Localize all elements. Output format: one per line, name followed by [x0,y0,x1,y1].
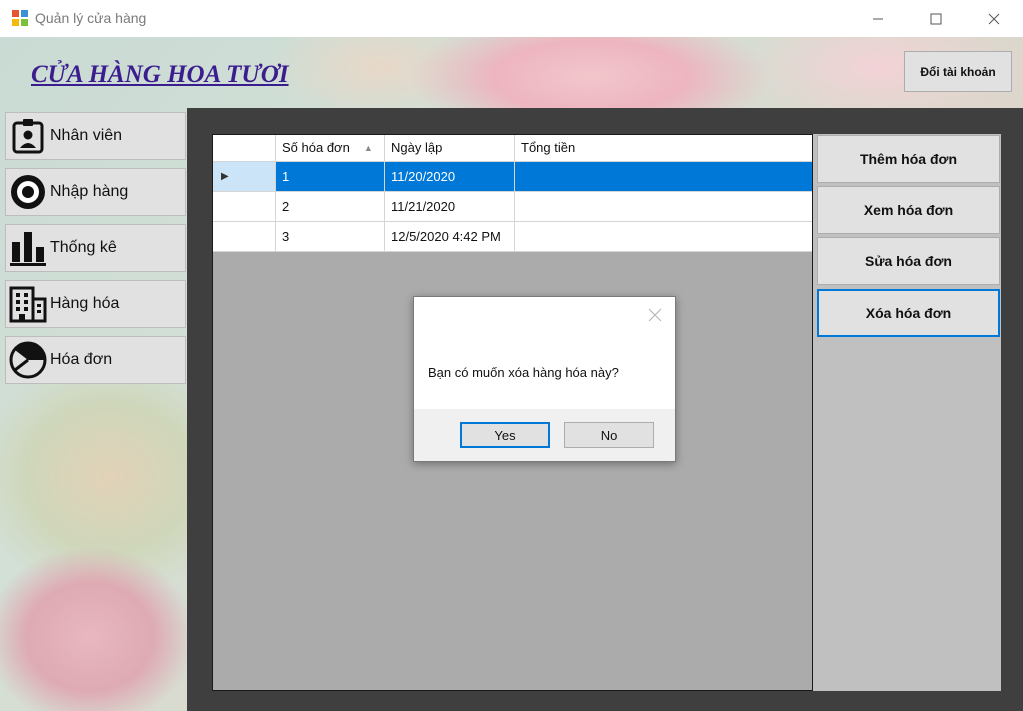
import-circle-icon [6,170,50,214]
no-button[interactable]: No [564,422,654,448]
cell-invoice-no[interactable]: 2 [276,192,385,221]
column-header-label: Số hóa đơn [282,140,350,155]
sidebar-item-label: Hóa đơn [50,351,113,368]
column-header-total[interactable]: Tổng tiền [515,135,812,161]
dialog-close-icon[interactable] [647,307,663,323]
cell-date[interactable]: 11/20/2020 [385,162,515,191]
shop-title: CỬA HÀNG HOA TƯƠI [31,61,289,88]
maximize-button[interactable] [913,0,959,37]
column-header-invoice-no[interactable]: Số hóa đơn ▲ [276,135,385,161]
add-invoice-button[interactable]: Thêm hóa đơn [817,135,1000,183]
dialog-footer: Yes No [414,409,675,461]
cell-total[interactable] [515,192,812,221]
row-header-cell[interactable]: ▶ [213,162,276,191]
sidebar-item-label: Nhập hàng [50,183,129,200]
cell-date[interactable]: 12/5/2020 4:42 PM [385,222,515,251]
sidebar-item-products[interactable]: Hàng hóa [5,280,186,328]
table-row[interactable]: 2 11/21/2020 [213,192,812,222]
table-row[interactable]: ▶ 1 11/20/2020 [213,162,812,192]
delete-invoice-button[interactable]: Xóa hóa đơn [817,289,1000,337]
buildings-icon [6,282,50,326]
cell-date[interactable]: 11/21/2020 [385,192,515,221]
sort-ascending-icon: ▲ [363,143,373,153]
dialog-message: Bạn có muốn xóa hàng hóa này? [428,365,619,380]
row-header-cell[interactable] [213,192,276,221]
sidebar-item-statistics[interactable]: Thống kê [5,224,186,272]
edit-invoice-button[interactable]: Sửa hóa đơn [817,237,1000,285]
cell-invoice-no[interactable]: 1 [276,162,385,191]
current-row-pointer-icon: ▶ [221,171,229,182]
switch-account-button[interactable]: Đổi tài khoản [904,51,1012,92]
row-header-column [213,135,276,161]
app-icon [12,10,28,26]
close-icon [988,13,1000,24]
bar-chart-icon [6,226,50,270]
window-title: Quản lý cửa hàng [35,10,147,26]
column-header-date[interactable]: Ngày lập [385,135,515,161]
cell-total[interactable] [515,222,812,251]
sidebar-item-import[interactable]: Nhập hàng [5,168,186,216]
title-bar: Quản lý cửa hàng [0,0,1023,37]
minimize-icon [873,18,883,19]
close-button[interactable] [971,0,1017,37]
maximize-icon [930,13,942,24]
cell-invoice-no[interactable]: 3 [276,222,385,251]
sidebar-item-label: Hàng hóa [50,295,120,312]
cell-total[interactable] [515,162,812,191]
view-invoice-button[interactable]: Xem hóa đơn [817,186,1000,234]
employee-badge-icon [6,114,50,158]
sidebar-item-label: Thống kê [50,239,117,256]
sidebar-item-invoices[interactable]: Hóa đơn [5,336,186,384]
row-header-cell[interactable] [213,222,276,251]
confirm-dialog: Bạn có muốn xóa hàng hóa này? Yes No [413,296,676,462]
yes-button[interactable]: Yes [460,422,550,448]
grid-header: Số hóa đơn ▲ Ngày lập Tổng tiền [213,135,812,162]
table-row[interactable]: 3 12/5/2020 4:42 PM [213,222,812,252]
sidebar-item-label: Nhân viên [50,127,123,144]
invoice-pie-icon [6,338,50,382]
sidebar-item-employees[interactable]: Nhân viên [5,112,186,160]
minimize-button[interactable] [855,0,901,37]
